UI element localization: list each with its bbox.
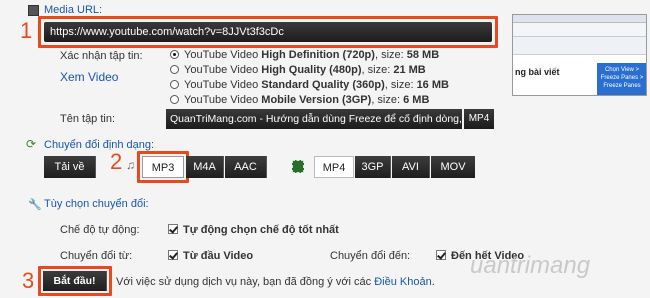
quality-option-360p[interactable]: YouTube Video Standard Quality (360p), s… <box>170 78 449 93</box>
thumbnail-caption: ng bài viết <box>515 67 560 77</box>
convert-icon: ⟳ <box>26 137 37 151</box>
format-mp4-button[interactable]: MP4 <box>314 156 354 178</box>
format-avi-button[interactable]: AVI <box>392 156 430 178</box>
terms-link[interactable]: Điều Khoản <box>374 276 432 288</box>
quality-label: Xác nhận tập tin: <box>60 50 143 62</box>
step-number-3: 3 <box>22 268 35 293</box>
film-icon <box>28 5 39 16</box>
checkbox-icon[interactable] <box>168 224 178 234</box>
convert-from-label: Chuyển đổi từ: <box>60 250 133 262</box>
convert-format-title: Chuyển đổi định dạng: <box>44 139 155 151</box>
radio-icon[interactable] <box>170 65 179 74</box>
terms-text: Với việc sử dụng dịch vụ này, bạn đã đồn… <box>116 276 435 288</box>
video-film-icon <box>292 160 304 173</box>
thumbnail-tooltip: Chọn View > Freeze Panes > Freeze Panes <box>597 63 646 95</box>
format-mp3-button[interactable]: MP3 <box>142 156 184 178</box>
media-url-title: Media URL: <box>44 4 103 16</box>
convert-options-title: Tùy chọn chuyển đổi: <box>44 198 149 210</box>
convert-to-label: Chuyển đổi đến: <box>330 250 411 262</box>
checkbox-icon[interactable] <box>436 250 446 260</box>
wrench-icon: 🔧 <box>28 199 42 211</box>
quality-option-3gp[interactable]: YouTube Video Mobile Version (3GP), size… <box>170 93 449 108</box>
radio-icon[interactable] <box>170 50 179 59</box>
quality-option-720p[interactable]: YouTube Video High Definition (720p), si… <box>170 48 449 63</box>
checkbox-icon[interactable] <box>168 250 178 260</box>
filename-extension: MP4 <box>464 109 494 129</box>
media-url-input[interactable]: https://www.youtube.com/watch?v=8JJVt3f3… <box>44 22 492 42</box>
format-m4a-button[interactable]: M4A <box>186 156 224 178</box>
preview-video-link[interactable]: Xem Video <box>60 70 118 84</box>
radio-icon[interactable] <box>170 95 179 104</box>
watermark: uantrimang <box>470 252 591 279</box>
format-3gp-button[interactable]: 3GP <box>355 156 391 178</box>
filename-label: Tên tập tin: <box>60 113 116 125</box>
format-mov-button[interactable]: MOV <box>431 156 475 178</box>
quality-option-480p[interactable]: YouTube Video High Quality (480p), size:… <box>170 63 449 78</box>
auto-quality-checkbox[interactable]: Tự động chọn chế độ tốt nhất <box>168 224 339 236</box>
step-number-1: 1 <box>20 18 33 43</box>
radio-icon[interactable] <box>170 80 179 89</box>
step-number-2: 2 <box>110 149 123 174</box>
convert-from-checkbox[interactable]: Từ đầu Video <box>168 250 253 262</box>
quality-options: YouTube Video High Definition (720p), si… <box>170 48 449 108</box>
video-thumbnail: ng bài viết Chọn View > Freeze Panes > F… <box>512 14 647 96</box>
auto-quality-label: Chế độ tự động: <box>60 224 140 236</box>
format-aac-button[interactable]: AAC <box>225 156 267 178</box>
filename-input[interactable]: QuanTriMang.com - Hướng dẫn dùng Freeze … <box>166 109 462 129</box>
start-button[interactable]: Bắt đầu! <box>43 271 107 291</box>
download-button[interactable]: Tải về <box>44 156 96 178</box>
music-icon: ♫ <box>126 158 135 172</box>
